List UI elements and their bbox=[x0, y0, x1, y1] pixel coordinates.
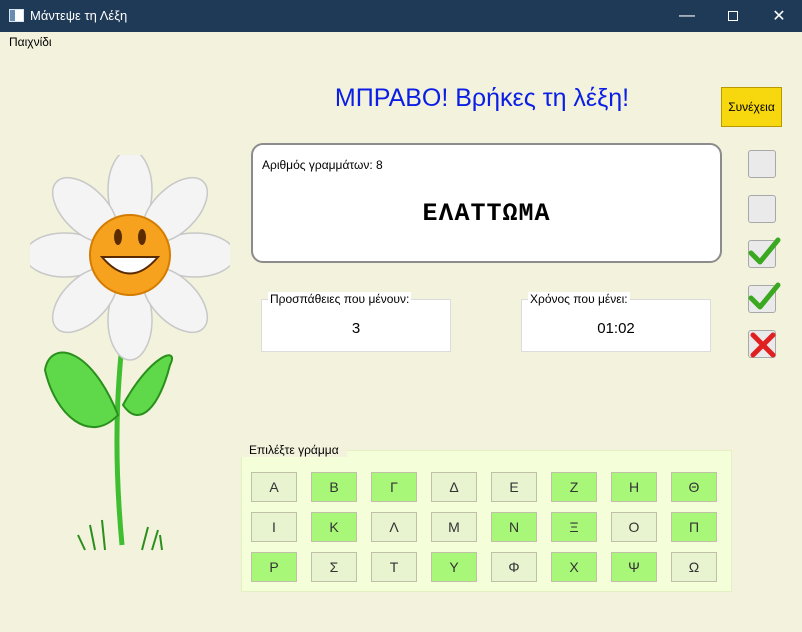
letter-button[interactable]: Β bbox=[311, 472, 357, 502]
letter-button[interactable]: Ι bbox=[251, 512, 297, 542]
maximize-icon bbox=[728, 11, 738, 21]
timer-label: Χρόνος που μένει: bbox=[528, 292, 630, 306]
letter-button[interactable]: Κ bbox=[311, 512, 357, 542]
maximize-button[interactable] bbox=[710, 0, 756, 32]
letter-button[interactable]: Λ bbox=[371, 512, 417, 542]
letter-button[interactable]: Η bbox=[611, 472, 657, 502]
attempts-box: Προσπάθειες που μένουν: 3 bbox=[261, 292, 451, 352]
timer-value: 01:02 bbox=[597, 320, 635, 337]
cross-icon bbox=[750, 332, 776, 358]
status-box-cross bbox=[748, 330, 776, 358]
letter-button[interactable]: Φ bbox=[491, 552, 537, 582]
letter-button[interactable]: Τ bbox=[371, 552, 417, 582]
check-icon bbox=[748, 282, 781, 310]
letter-button[interactable]: Π bbox=[671, 512, 717, 542]
letter-button[interactable]: Σ bbox=[311, 552, 357, 582]
status-box-check bbox=[748, 282, 781, 313]
letter-button[interactable]: Θ bbox=[671, 472, 717, 502]
letter-button[interactable]: Ω bbox=[671, 552, 717, 582]
app-icon bbox=[9, 9, 24, 22]
menu-bar: Παιχνίδι bbox=[0, 32, 802, 52]
letter-button[interactable]: Α bbox=[251, 472, 297, 502]
title-bar: Μάντεψε τη Λέξη — ✕ bbox=[0, 0, 802, 32]
window-title: Μάντεψε τη Λέξη bbox=[30, 8, 128, 23]
continue-button[interactable]: Συνέχεια bbox=[721, 87, 782, 127]
letter-button[interactable]: Ψ bbox=[611, 552, 657, 582]
letter-button[interactable]: Ζ bbox=[551, 472, 597, 502]
menu-game[interactable]: Παιχνίδι bbox=[9, 35, 52, 49]
letter-button[interactable]: Ξ bbox=[551, 512, 597, 542]
letter-button[interactable]: Ο bbox=[611, 512, 657, 542]
letter-button[interactable]: Ν bbox=[491, 512, 537, 542]
smiling-flower-image bbox=[30, 155, 230, 551]
letter-button[interactable]: Ε bbox=[491, 472, 537, 502]
success-message: ΜΠΡΑΒΟ! Βρήκες τη λέξη! bbox=[334, 84, 630, 112]
status-box-empty bbox=[748, 150, 776, 178]
letter-button[interactable]: Χ bbox=[551, 552, 597, 582]
letter-button[interactable]: Δ bbox=[431, 472, 477, 502]
letter-button[interactable]: Ρ bbox=[251, 552, 297, 582]
timer-box: Χρόνος που μένει: 01:02 bbox=[521, 292, 711, 352]
letter-button[interactable]: Γ bbox=[371, 472, 417, 502]
word-panel: Αριθμός γραμμάτων: 8 ΕΛΑΤΤΩΜΑ bbox=[251, 143, 722, 263]
letters-group-label: Επιλέξτε γράμμα bbox=[241, 443, 347, 457]
letter-button[interactable]: Υ bbox=[431, 552, 477, 582]
status-box-check bbox=[748, 237, 781, 268]
status-box-empty bbox=[748, 195, 776, 223]
check-icon bbox=[748, 237, 781, 265]
minimize-button[interactable]: — bbox=[664, 0, 710, 32]
attempts-value: 3 bbox=[351, 320, 361, 337]
close-button[interactable]: ✕ bbox=[756, 0, 802, 32]
letter-button[interactable]: Μ bbox=[431, 512, 477, 542]
revealed-word: ΕΛΑΤΤΩΜΑ bbox=[422, 199, 551, 228]
letters-count-label: Αριθμός γραμμάτων: 8 bbox=[262, 158, 383, 172]
attempts-label: Προσπάθειες που μένουν: bbox=[268, 292, 412, 306]
